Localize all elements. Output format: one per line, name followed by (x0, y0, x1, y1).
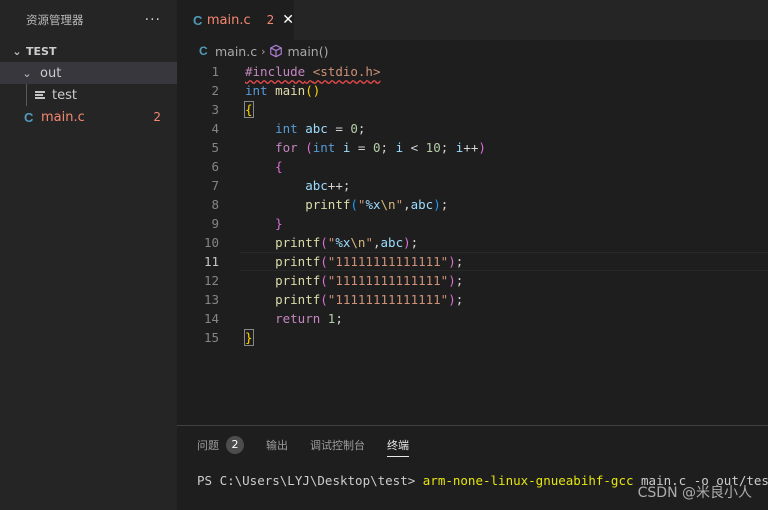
code-line: 15} (177, 328, 768, 347)
line-number: 8 (211, 197, 219, 212)
code-line: 5 for (int i = 0; i < 10; i++) (177, 138, 768, 157)
editor-area: C main.c 2 ✕ C main.c › main() 1 #include… (177, 0, 768, 425)
line-number: 11 (203, 254, 219, 269)
line-number: 7 (211, 178, 219, 193)
tree-item-label: main.c (41, 109, 85, 125)
line-number: 4 (211, 121, 219, 136)
code-line: 1 #include <stdio.h> (177, 62, 768, 81)
code-line: 7 abc++; (177, 176, 768, 195)
tab-label: 调试控制台 (310, 439, 365, 452)
code-view[interactable]: 1 #include <stdio.h> 2 int main() 3{ 4 int… (177, 62, 768, 347)
code-line: 6 { (177, 157, 768, 176)
panel-tabbar: 问题 2 输出 调试控制台 终端 (177, 426, 768, 464)
line-number: 6 (211, 159, 219, 174)
code-line: 14 return 1; (177, 309, 768, 328)
line-number: 13 (203, 292, 219, 307)
watermark: CSDN @米良小人 (637, 485, 752, 501)
method-cube-icon (270, 44, 283, 58)
explorer-sidebar: 资源管理器 ··· ⌄ TEST ⌄ out test C main.c 2 (0, 0, 177, 510)
line-number: 12 (203, 273, 219, 288)
breadcrumb-symbol[interactable]: main() (287, 44, 328, 59)
code-line: 2 int main() (177, 81, 768, 100)
code-line: 4 int abc = 0; (177, 119, 768, 138)
tree-item-out[interactable]: ⌄ out (0, 62, 177, 84)
terminal-prompt: PS C:\Users\LYJ\Desktop\test> (197, 473, 423, 488)
tab-debug-console[interactable]: 调试控制台 (310, 433, 365, 457)
line-number: 1 (211, 64, 219, 79)
editor-tabbar: C main.c 2 ✕ (177, 0, 768, 40)
breadcrumb: C main.c › main() (177, 40, 768, 62)
tab-output[interactable]: 输出 (266, 433, 288, 457)
terminal-command: arm-none-linux-gnueabihf-gcc (422, 473, 634, 488)
code-line: 10 printf("%x\n",abc); (177, 233, 768, 252)
tree-item-label: out (40, 65, 62, 81)
c-file-icon: C (199, 44, 208, 58)
tab-problems[interactable]: 问题 2 (197, 433, 244, 457)
chevron-down-icon: ⌄ (22, 66, 32, 80)
tab-label: 终端 (387, 438, 409, 452)
tab-main-c[interactable]: C main.c 2 ✕ (177, 0, 294, 40)
code-line: 12 printf("11111111111111"); (177, 271, 768, 290)
code-line: 3{ (177, 100, 768, 119)
c-file-icon: C (193, 12, 203, 28)
code-line: 9 } (177, 214, 768, 233)
code-line: 13 printf("11111111111111"); (177, 290, 768, 309)
line-number: 9 (211, 216, 219, 231)
tree-item-test[interactable]: test (0, 84, 177, 106)
bottom-panel: 问题 2 输出 调试控制台 终端 PS C:\Users\LYJ\Desktop… (177, 425, 768, 510)
file-lines-icon (34, 90, 46, 100)
close-icon[interactable]: ✕ (282, 12, 294, 28)
tab-label: main.c (206, 12, 251, 28)
c-file-icon: C (24, 109, 34, 125)
chevron-down-icon: ⌄ (12, 44, 22, 58)
folder-section-test[interactable]: ⌄ TEST (0, 40, 177, 62)
tree-item-main-c[interactable]: C main.c 2 (0, 106, 177, 128)
line-number: 10 (203, 235, 219, 250)
breadcrumb-file[interactable]: main.c (215, 44, 257, 59)
tree-item-label: test (52, 87, 77, 103)
line-number: 3 (211, 102, 219, 117)
explorer-title: 资源管理器 (26, 13, 84, 27)
error-count-badge: 2 (153, 110, 161, 124)
line-number: 14 (203, 311, 219, 326)
code-line-current: 11 printf("11111111111111"); (177, 252, 768, 271)
chevron-right-icon: › (261, 44, 266, 58)
indent-guide (26, 84, 27, 106)
tab-terminal[interactable]: 终端 (387, 433, 409, 457)
line-number: 5 (211, 140, 219, 155)
tab-label: 问题 (197, 439, 219, 452)
line-number: 2 (211, 83, 219, 98)
tab-label: 输出 (266, 439, 288, 452)
problems-count-badge: 2 (226, 436, 244, 454)
code-line: 8 printf("%x\n",abc); (177, 195, 768, 214)
line-number: 15 (203, 330, 219, 345)
folder-section-label: TEST (26, 44, 57, 58)
more-actions-icon[interactable]: ··· (145, 12, 161, 28)
tab-error-badge: 2 (266, 13, 275, 27)
explorer-header: 资源管理器 ··· (0, 0, 177, 40)
